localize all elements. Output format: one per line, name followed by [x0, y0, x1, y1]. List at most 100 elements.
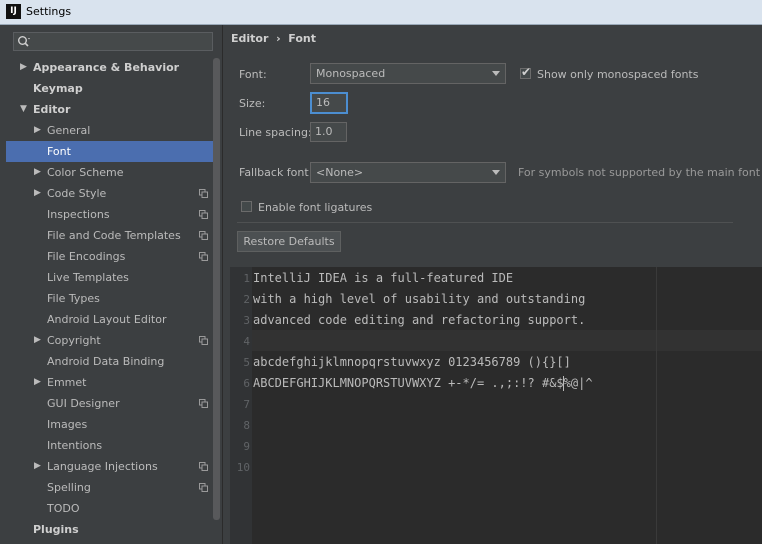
sidebar-item-appearance-behavior[interactable]: ▶ Appearance & Behavior: [6, 57, 220, 78]
line-spacing-input[interactable]: 1.0: [310, 122, 347, 142]
expand-right-icon[interactable]: ▶: [34, 183, 44, 204]
font-preview-editor[interactable]: 1 IntelliJ IDEA is a full-featured IDE 2 wi…: [230, 267, 762, 544]
preview-line: IntelliJ IDEA is a full-featured IDE: [253, 271, 514, 285]
sidebar-scrollbar[interactable]: [213, 58, 220, 520]
project-scope-icon: [199, 231, 208, 240]
line-number: 7: [243, 398, 250, 411]
sidebar-item-label: GUI Designer: [47, 397, 120, 410]
sidebar-item-inspections[interactable]: Inspections: [6, 204, 220, 225]
settings-sidebar: ▶ Appearance & Behavior Keymap ▼ Editor ▶ Gene…: [0, 25, 223, 544]
expand-right-icon[interactable]: ▶: [34, 456, 44, 477]
sidebar-item-code-style[interactable]: ▶ Code Style: [6, 183, 220, 204]
font-ligatures-label: Enable font ligatures: [258, 201, 373, 214]
sidebar-item-live-templates[interactable]: Live Templates: [6, 267, 220, 288]
size-input[interactable]: 16: [310, 92, 348, 114]
sidebar-item-label: Intentions: [47, 439, 103, 452]
sidebar-item-label: Copyright: [47, 334, 101, 347]
sidebar-item-label: Inspections: [47, 208, 110, 221]
sidebar-item-language-injections[interactable]: ▶ Language Injections: [6, 456, 220, 477]
sidebar-item-gui-designer[interactable]: GUI Designer: [6, 393, 220, 414]
line-number: 1: [243, 272, 250, 285]
preview-line: advanced code editing and refactoring su…: [253, 313, 586, 327]
sidebar-item-label: File Encodings: [47, 250, 126, 263]
search-icon: [18, 36, 30, 47]
sidebar-item-images[interactable]: Images: [6, 414, 220, 435]
font-label: Font:: [239, 68, 267, 81]
sidebar-item-todo[interactable]: TODO: [6, 498, 220, 519]
chevron-down-icon: [492, 71, 500, 76]
right-margin-guide: [656, 267, 657, 544]
breadcrumb-parent: Editor: [231, 32, 269, 45]
font-ligatures-checkbox[interactable]: [241, 201, 252, 212]
expand-right-icon[interactable]: ▶: [34, 372, 44, 393]
preview-line: with a high level of usability and outst…: [253, 292, 586, 306]
sidebar-item-spelling[interactable]: Spelling: [6, 477, 220, 498]
fallback-font-hint: For symbols not supported by the main fo…: [518, 166, 761, 179]
text-caret: [563, 376, 564, 391]
sidebar-item-label: File Types: [47, 292, 100, 305]
expand-right-icon[interactable]: ▶: [20, 57, 30, 78]
preview-line: abcdefghijklmnopqrstuvwxyz 0123456789 ()…: [253, 355, 571, 369]
sidebar-item-label: Code Style: [47, 187, 107, 200]
sidebar-item-label: Keymap: [33, 82, 83, 95]
intellij-app-icon: IJ: [6, 4, 21, 19]
breadcrumb-current: Font: [288, 32, 317, 45]
sidebar-item-label: Live Templates: [47, 271, 129, 284]
sidebar-item-plugins[interactable]: Plugins: [6, 519, 220, 540]
expand-right-icon[interactable]: ▶: [34, 120, 44, 141]
font-combo[interactable]: Monospaced: [310, 63, 506, 84]
sidebar-item-keymap[interactable]: Keymap: [6, 78, 220, 99]
fallback-font-combo-value: <None>: [316, 166, 364, 179]
sidebar-item-label: Emmet: [47, 376, 87, 389]
sidebar-item-copyright[interactable]: ▶ Copyright: [6, 330, 220, 351]
breadcrumb: Editor › Font: [231, 32, 316, 45]
project-scope-icon: [199, 336, 208, 345]
restore-defaults-button[interactable]: Restore Defaults: [237, 231, 341, 252]
project-scope-icon: [199, 210, 208, 219]
sidebar-item-file-encodings[interactable]: File Encodings: [6, 246, 220, 267]
sidebar-item-intentions[interactable]: Intentions: [6, 435, 220, 456]
sidebar-item-label: Android Layout Editor: [47, 313, 167, 326]
monospaced-only-checkbox[interactable]: ✔: [520, 65, 532, 79]
expand-right-icon[interactable]: ▶: [34, 330, 44, 351]
window-titlebar: IJ Settings: [0, 0, 762, 25]
sidebar-item-file-types[interactable]: File Types: [6, 288, 220, 309]
sidebar-item-label: Appearance & Behavior: [33, 61, 180, 74]
line-number: 10: [236, 461, 250, 474]
line-number: 3: [243, 314, 250, 327]
line-number: 8: [243, 419, 250, 432]
sidebar-item-label: Plugins: [33, 523, 79, 536]
sidebar-item-label: Font: [47, 145, 71, 158]
line-number: 5: [243, 356, 250, 369]
line-number: 9: [243, 440, 250, 453]
sidebar-item-emmet[interactable]: ▶ Emmet: [6, 372, 220, 393]
sidebar-item-label: Color Scheme: [47, 166, 124, 179]
size-label: Size:: [239, 97, 266, 110]
project-scope-icon: [199, 252, 208, 261]
chevron-down-icon: [492, 170, 500, 175]
sidebar-item-android-layout-editor[interactable]: Android Layout Editor: [6, 309, 220, 330]
sidebar-item-editor[interactable]: ▼ Editor: [6, 99, 220, 120]
sidebar-item-label: Editor: [33, 103, 71, 116]
font-combo-value: Monospaced: [316, 67, 386, 80]
expand-right-icon[interactable]: ▶: [34, 162, 44, 183]
breadcrumb-separator: ›: [276, 32, 281, 45]
project-scope-icon: [199, 483, 208, 492]
sidebar-item-color-scheme[interactable]: ▶ Color Scheme: [6, 162, 220, 183]
caret-row-highlight: [252, 330, 762, 351]
sidebar-item-label: Language Injections: [47, 460, 158, 473]
settings-search-input[interactable]: [13, 32, 213, 51]
project-scope-icon: [199, 399, 208, 408]
sidebar-item-label: Android Data Binding: [47, 355, 165, 368]
expand-down-icon[interactable]: ▼: [20, 99, 30, 120]
sidebar-item-android-data-binding[interactable]: Android Data Binding: [6, 351, 220, 372]
checkmark-icon: ✔: [521, 65, 532, 79]
window-title: Settings: [26, 5, 72, 18]
fallback-font-combo[interactable]: <None>: [310, 162, 506, 183]
sidebar-item-file-and-code-templates[interactable]: File and Code Templates: [6, 225, 220, 246]
sidebar-item-label: Images: [47, 418, 88, 431]
sidebar-item-font[interactable]: Font: [6, 141, 220, 162]
line-number: 2: [243, 293, 250, 306]
sidebar-item-label: File and Code Templates: [47, 229, 181, 242]
sidebar-item-general[interactable]: ▶ General: [6, 120, 220, 141]
